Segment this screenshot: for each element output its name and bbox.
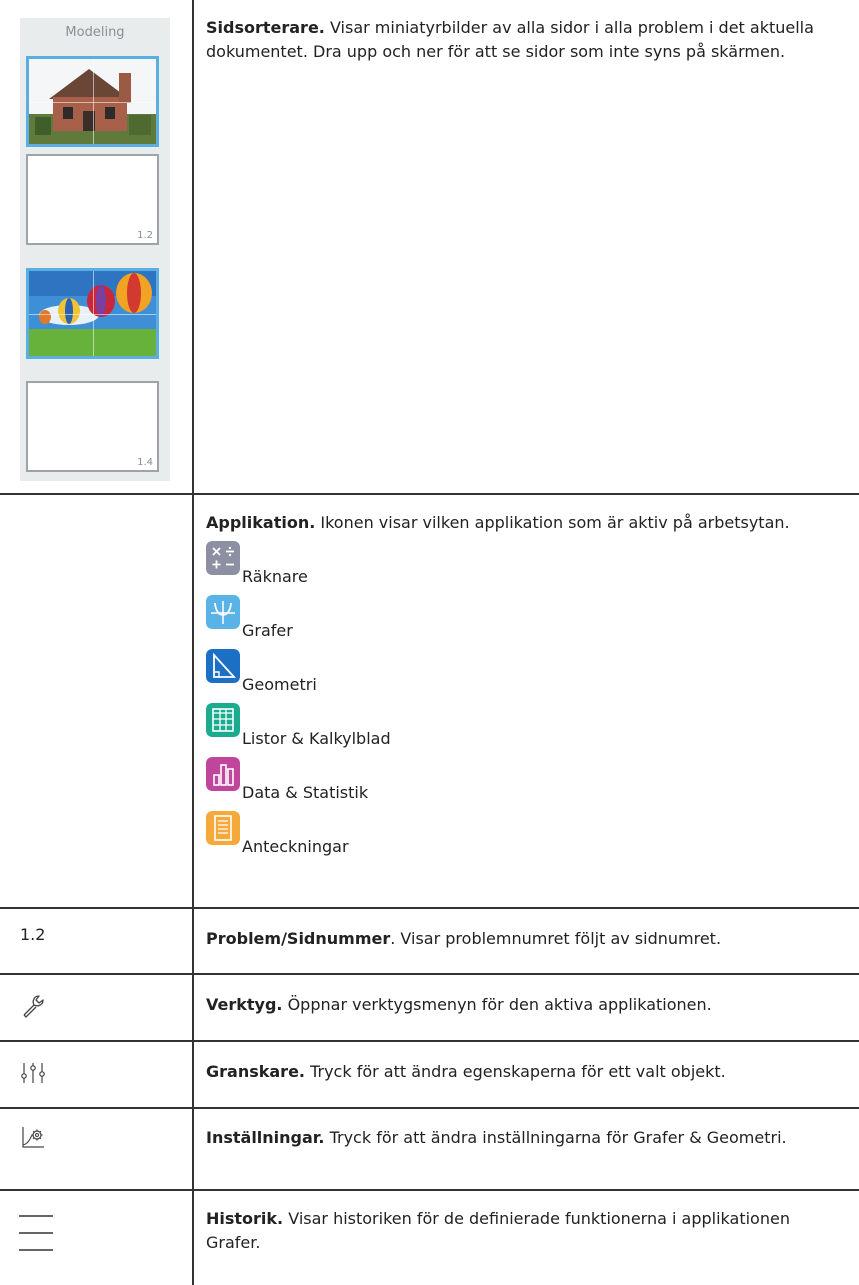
- page-number-indicator[interactable]: 1.2: [20, 925, 45, 944]
- page-thumbnail-3[interactable]: [26, 268, 159, 359]
- graphs-icon: [206, 595, 240, 629]
- app-item-calculator: Räknare: [206, 541, 839, 595]
- app-item-data-statistics: Data & Statistik: [206, 757, 839, 811]
- tools-description: Verktyg. Öppnar verktygsmenyn för den ak…: [193, 973, 859, 1041]
- calculator-icon: [206, 541, 240, 575]
- page-number-label: 1.4: [137, 457, 153, 468]
- page-sorter-description: Sidsorterare. Visar miniatyrbilder av al…: [193, 0, 859, 494]
- history-icon-cell: [0, 1189, 194, 1285]
- definition: Tryck för att ändra egenskaperna för ett…: [305, 1062, 726, 1081]
- term: Sidsorterare.: [206, 18, 325, 37]
- app-label: Räknare: [242, 567, 308, 586]
- app-item-notes: Anteckningar: [206, 811, 839, 865]
- data-statistics-icon: [206, 757, 240, 791]
- graph-settings-icon[interactable]: [20, 1125, 46, 1151]
- row-history: Historik. Visar historiken för de defini…: [0, 1189, 859, 1285]
- page-thumbnail-1[interactable]: [26, 56, 159, 147]
- thumbnail-grid-line: [29, 313, 156, 315]
- term: Historik.: [206, 1209, 284, 1228]
- wrench-icon[interactable]: [20, 993, 46, 1019]
- app-label: Listor & Kalkylblad: [242, 729, 391, 748]
- app-label: Data & Statistik: [242, 783, 369, 802]
- page-sorter-header: Modeling: [65, 25, 125, 40]
- app-item-lists-spreadsheet: Listor & Kalkylblad: [206, 703, 839, 757]
- tools-icon-cell: [0, 973, 194, 1041]
- geometry-icon: [206, 649, 240, 683]
- settings-description: Inställningar. Tryck för att ändra instä…: [193, 1107, 859, 1190]
- page-thumbnail-2[interactable]: 1.2: [26, 154, 159, 245]
- definition: Ikonen visar vilken applikation som är a…: [315, 513, 790, 532]
- page-number-description: Problem/Sidnummer. Visar problemnumret f…: [193, 907, 859, 974]
- app-label: Anteckningar: [242, 837, 349, 856]
- definition: Öppnar verktygsmenyn för den aktiva appl…: [282, 995, 712, 1014]
- term: Applikation.: [206, 513, 316, 532]
- inspector-icon-cell: [0, 1040, 194, 1108]
- row-tools: Verktyg. Öppnar verktygsmenyn för den ak…: [0, 973, 859, 1041]
- term: Problem/Sidnummer: [206, 929, 391, 948]
- history-menu-icon[interactable]: [18, 1213, 54, 1253]
- term: Verktyg.: [206, 995, 283, 1014]
- definition: Tryck för att ändra inställningarna för …: [324, 1128, 787, 1147]
- definition: . Visar problemnumret följt av sidnumret…: [390, 929, 722, 948]
- notes-icon: [206, 811, 240, 845]
- page-sorter-cell: Modeling 1.2 1.4: [0, 0, 194, 494]
- history-description: Historik. Visar historiken för de defini…: [193, 1189, 859, 1285]
- page-sorter-panel[interactable]: Modeling 1.2 1.4: [20, 18, 170, 481]
- app-item-graphs: Grafer: [206, 595, 839, 649]
- page-thumbnail-4[interactable]: 1.4: [26, 381, 159, 472]
- lists-spreadsheet-icon: [206, 703, 240, 737]
- inspector-sliders-icon[interactable]: [20, 1062, 46, 1084]
- inspector-description: Granskare. Tryck för att ändra egenskape…: [193, 1040, 859, 1108]
- page-number-label: 1.2: [137, 230, 153, 241]
- term: Inställningar.: [206, 1128, 325, 1147]
- empty-cell: [0, 493, 194, 908]
- settings-icon-cell: [0, 1107, 194, 1190]
- definition: Visar historiken för de definierade funk…: [206, 1209, 790, 1252]
- row-inspector: Granskare. Tryck för att ändra egenskape…: [0, 1040, 859, 1108]
- app-label: Geometri: [242, 675, 317, 694]
- thumbnail-grid-line: [29, 101, 156, 103]
- application-description: Applikation. Ikonen visar vilken applika…: [193, 493, 859, 908]
- row-page-number: 1.2 Problem/Sidnummer. Visar problemnumr…: [0, 907, 859, 974]
- row-application: Applikation. Ikonen visar vilken applika…: [0, 493, 859, 908]
- reference-table: Modeling 1.2 1.4 Sidsorterare. Visar min…: [0, 0, 859, 1285]
- app-list: Räknare Grafer Geometri Listor & Kalkylb…: [206, 541, 839, 865]
- row-settings: Inställningar. Tryck för att ändra instä…: [0, 1107, 859, 1190]
- row-page-sorter: Modeling 1.2 1.4 Sidsorterare. Visar min…: [0, 0, 859, 494]
- page-number-cell: 1.2: [0, 907, 194, 974]
- term: Granskare.: [206, 1062, 305, 1081]
- app-label: Grafer: [242, 621, 293, 640]
- app-item-geometry: Geometri: [206, 649, 839, 703]
